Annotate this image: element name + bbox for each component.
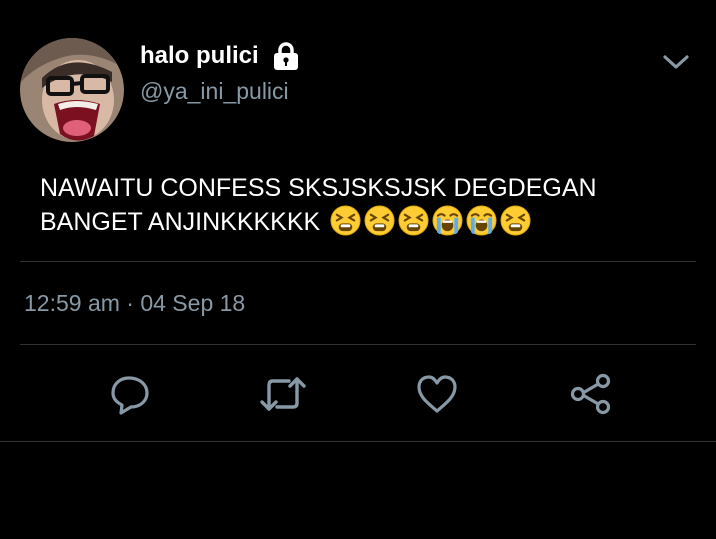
author-display-name[interactable]: halo pulici — [140, 41, 301, 71]
heart-icon — [417, 375, 457, 413]
tired-face-emoji-icon — [398, 205, 429, 236]
loudly-crying-face-emoji-icon — [466, 205, 497, 236]
share-icon — [570, 373, 611, 415]
author-handle[interactable]: @ya_ini_pulici — [140, 78, 289, 105]
like-button[interactable] — [413, 370, 461, 418]
tweet-text: NAWAITU CONFESS SKSJSKSJSK DEGDEGAN BANG… — [40, 172, 680, 239]
divider-bottom — [0, 441, 716, 442]
tweet-detail: halo pulici @ya_ini_pulici NAWAITU CONFE… — [0, 0, 716, 539]
tweet-timestamp[interactable]: 12:59 am · 04 Sep 18 — [24, 290, 245, 317]
tired-face-emoji-icon — [364, 205, 395, 236]
tired-face-emoji-icon — [330, 205, 361, 236]
retweet-icon — [260, 377, 306, 411]
avatar-image — [20, 38, 124, 142]
display-name-text: halo pulici — [140, 42, 259, 69]
divider-top — [20, 261, 696, 262]
lock-icon — [273, 42, 298, 70]
share-button[interactable] — [566, 370, 614, 418]
reply-icon — [111, 376, 149, 415]
reply-button[interactable] — [106, 370, 154, 418]
loudly-crying-face-emoji-icon — [432, 205, 463, 236]
avatar[interactable] — [20, 38, 124, 142]
chevron-down-icon[interactable] — [662, 52, 690, 72]
retweet-button[interactable] — [259, 370, 307, 418]
divider-middle — [20, 344, 696, 345]
tired-face-emoji-icon — [500, 205, 531, 236]
emoji-row — [320, 205, 531, 236]
